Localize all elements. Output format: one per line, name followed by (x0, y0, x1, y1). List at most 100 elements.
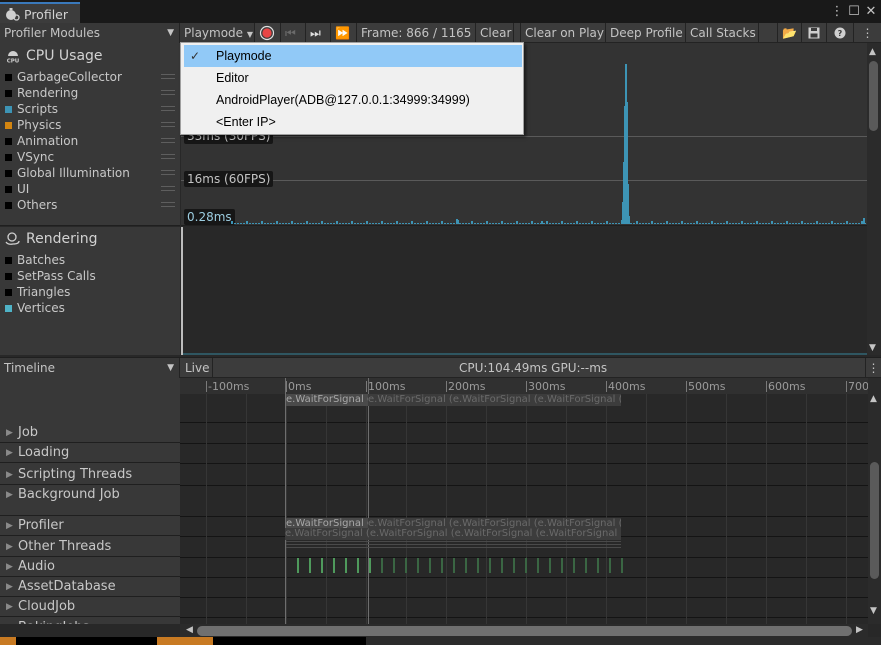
maximize-button[interactable]: ☐ (846, 4, 862, 20)
drag-handle-icon[interactable] (161, 186, 175, 191)
drag-handle-icon[interactable] (161, 154, 175, 159)
more-options-button[interactable]: ⋮ (854, 23, 881, 43)
cpu-bar (462, 223, 464, 224)
sample-bar[interactable]: e.WaitForSignal (e.WaitForSignal (e.Wait… (368, 394, 621, 406)
cpu-bar (828, 223, 830, 224)
cpu-bar (447, 223, 449, 224)
legend-item[interactable]: Scripts (5, 101, 175, 117)
thread-group[interactable]: ▶ Loading (0, 443, 180, 463)
scroll-right-icon[interactable]: ▶ (856, 625, 863, 635)
drag-handle-icon[interactable] (161, 106, 175, 111)
scrollbar-thumb[interactable] (870, 462, 879, 579)
profiler-toolbar: Profiler Modules ▼ Playmode ▼ ⏮ ⏭ ⏩ Fram… (0, 23, 881, 43)
profiler-modules-dropdown[interactable]: Profiler Modules ▼ (0, 23, 180, 43)
legend-item[interactable]: SetPass Calls (5, 268, 175, 284)
thread-group[interactable]: ▶ Background Job (0, 485, 180, 516)
scroll-down-icon[interactable]: ▼ (869, 343, 876, 353)
cpu-usage-module[interactable]: CPU CPU Usage GarbageCollector Rendering S… (0, 43, 180, 226)
cpu-bar (324, 223, 326, 224)
legend-label: Animation (17, 134, 79, 148)
menu-item[interactable]: AndroidPlayer(ADB@127.0.0.1:34999:34999) (184, 89, 522, 111)
timeline-horizontal-scrollbar[interactable]: ◀ ▶ (180, 624, 868, 638)
legend-item[interactable]: Animation (5, 133, 175, 149)
sample-bar[interactable]: e.WaitForSignal (e.WaitForSignal (e.Wait… (286, 394, 368, 406)
deep-profile-toggle[interactable]: Deep Profile (606, 23, 686, 43)
legend-item[interactable]: GarbageCollector (5, 69, 175, 85)
timeline-more-button[interactable]: ⋮ (865, 358, 881, 378)
drag-handle-icon[interactable] (161, 138, 175, 143)
window-menu-button[interactable]: ⋮ (829, 4, 845, 20)
cpu-bar (435, 223, 437, 224)
tab-profiler[interactable]: Profiler (0, 2, 80, 24)
expand-arrow-icon[interactable]: ▶ (6, 577, 13, 597)
live-toggle[interactable]: Live (181, 358, 213, 378)
thread-group[interactable]: ▶ AssetDatabase (0, 577, 180, 597)
expand-arrow-icon[interactable]: ▶ (6, 485, 13, 505)
thread-group[interactable]: ▶ Profiler (0, 516, 180, 536)
expand-arrow-icon[interactable]: ▶ (6, 537, 13, 557)
step-back-icon: ⏮ (285, 26, 296, 40)
load-button[interactable]: 📂 (777, 23, 802, 43)
menu-item[interactable]: Editor (184, 67, 522, 89)
legend-item[interactable]: Physics (5, 117, 175, 133)
legend-item[interactable]: Others (5, 197, 175, 213)
current-frame-button[interactable]: ⏩ (331, 23, 357, 43)
clear-button[interactable]: Clear (476, 23, 514, 43)
next-frame-button[interactable]: ⏭ (306, 23, 331, 43)
call-stacks-toggle[interactable]: Call Stacks (686, 23, 759, 43)
scroll-up-icon[interactable]: ▲ (870, 394, 877, 404)
legend-item[interactable]: VSync (5, 149, 175, 165)
drag-handle-icon[interactable] (161, 90, 175, 95)
close-button[interactable]: ✕ (863, 4, 879, 20)
record-button[interactable] (255, 23, 281, 43)
target-dropdown[interactable]: Playmode ▼ (180, 23, 255, 43)
legend-item[interactable]: UI (5, 181, 175, 197)
audio-sample-marker (393, 558, 395, 573)
drag-handle-icon[interactable] (161, 74, 175, 79)
sample-bar[interactable]: e.WaitForSignal (e.WaitForSignal (e.Wait… (285, 528, 621, 540)
legend-item[interactable]: Global Illumination (5, 165, 175, 181)
cpu-bar (849, 223, 851, 224)
thread-group[interactable]: ▶ BakingJobs (0, 618, 180, 624)
menu-item[interactable]: <Enter IP> (184, 111, 522, 133)
thread-group[interactable]: ▶ Other Threads (0, 537, 180, 557)
expand-arrow-icon[interactable]: ▶ (6, 443, 13, 463)
scrollbar-thumb[interactable] (197, 626, 852, 636)
legend-item[interactable]: Batches (5, 252, 175, 268)
expand-arrow-icon[interactable]: ▶ (6, 597, 13, 617)
drag-handle-icon[interactable] (161, 170, 175, 175)
thread-group[interactable]: ▶ Job (0, 423, 180, 443)
scrollbar-thumb[interactable] (869, 61, 878, 131)
timeline-vertical-scrollbar[interactable]: ▲ ▼ (868, 378, 881, 624)
thread-group[interactable]: ▶ Audio (0, 557, 180, 577)
modules-vertical-scrollbar[interactable]: ▲ ▼ (867, 43, 881, 355)
legend-item[interactable]: Vertices (5, 300, 175, 316)
scroll-down-icon[interactable]: ▼ (870, 606, 877, 616)
drag-handle-icon[interactable] (161, 202, 175, 207)
cpu-bar (354, 223, 356, 224)
cpu-bar (669, 223, 671, 224)
thread-group[interactable]: ▶ Scripting Threads (0, 465, 180, 485)
expand-arrow-icon[interactable]: ▶ (6, 465, 13, 485)
help-button[interactable]: ? (827, 23, 854, 43)
expand-arrow-icon[interactable]: ▶ (6, 516, 13, 536)
clear-on-play-toggle[interactable]: Clear on Play (521, 23, 606, 43)
expand-arrow-icon[interactable]: ▶ (6, 423, 13, 443)
expand-arrow-icon[interactable]: ▶ (6, 557, 13, 577)
previous-frame-button[interactable]: ⏮ (281, 23, 306, 43)
expand-arrow-icon[interactable]: ▶ (6, 618, 13, 624)
save-button[interactable] (802, 23, 827, 43)
time-ruler[interactable]: -100ms 0ms 100ms 200ms 300ms 400ms 500ms 600ms 7… (180, 378, 868, 394)
scroll-up-icon[interactable]: ▲ (869, 47, 876, 57)
rendering-chart[interactable] (181, 227, 867, 355)
drag-handle-icon[interactable] (161, 122, 175, 127)
view-mode-dropdown[interactable]: Timeline ▼ (0, 358, 180, 378)
legend-item[interactable]: Rendering (5, 85, 175, 101)
legend-item[interactable]: Triangles (5, 284, 175, 300)
thread-group[interactable]: ▶ CloudJob (0, 597, 180, 617)
menu-item[interactable]: ✓ Playmode (184, 45, 522, 67)
rendering-module[interactable]: Rendering Batches SetPass Calls Triangles V… (0, 227, 180, 355)
scroll-left-icon[interactable]: ◀ (186, 625, 193, 635)
time-gridline (726, 394, 727, 624)
timeline-view[interactable]: -100ms 0ms 100ms 200ms 300ms 400ms 500ms 600ms 7… (180, 378, 868, 624)
